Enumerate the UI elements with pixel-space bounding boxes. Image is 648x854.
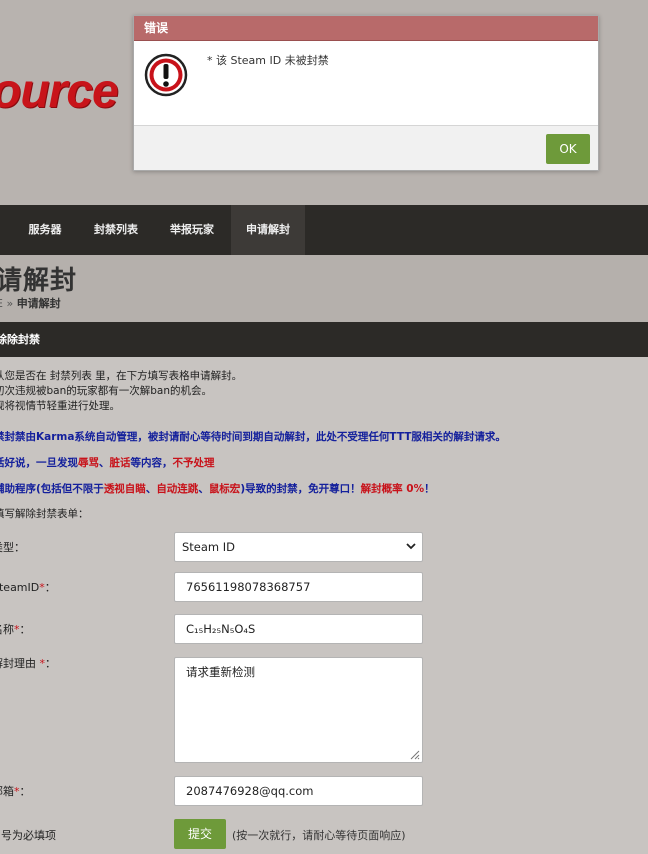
breadcrumb-current: 申请解封 bbox=[16, 297, 61, 310]
page-header: 请解封 E » 申请解封 bbox=[0, 255, 648, 322]
cheat-notice-end: 解封概率 0% bbox=[360, 483, 425, 495]
abuse-notice-prefix: 话好说，一旦发现 bbox=[0, 457, 78, 469]
required-note-text: 号为必填项 bbox=[1, 829, 56, 842]
reason-text: 请求重新检测 bbox=[186, 665, 255, 679]
ok-button[interactable]: OK bbox=[546, 134, 590, 164]
cheat-term-wallhack: 透视自瞄 bbox=[103, 483, 146, 495]
reason-label: 解封理由 *： bbox=[0, 655, 56, 671]
nav-item-servers[interactable]: 服务器 bbox=[14, 205, 76, 255]
page-title: 请解封 bbox=[0, 266, 78, 296]
steamid-label-text: SteamID bbox=[0, 581, 40, 594]
nav-item-banlist[interactable]: 封禁列表 bbox=[80, 205, 152, 255]
karma-notice: 禁封禁由Karma系统自动管理，被封请耐心等待时间到期自动解封，此处不受理任何T… bbox=[0, 431, 506, 443]
section-header: 除除封禁 bbox=[0, 322, 648, 357]
player-name-input[interactable]: C₁₅H₂₅N₅O₄S bbox=[174, 614, 423, 644]
steamid-input[interactable]: 76561198078368757 bbox=[174, 572, 423, 602]
cheat-notice-mid: )导致的封禁，免开尊口！ bbox=[240, 483, 361, 495]
ban-type-value: Steam ID bbox=[182, 540, 236, 554]
abuse-term-insult: 辱骂 bbox=[78, 457, 99, 469]
resize-grip-icon[interactable] bbox=[408, 748, 420, 760]
steamid-label: SteamID*： bbox=[0, 579, 56, 595]
cheat-term-macro: 鼠标宏 bbox=[208, 483, 241, 495]
abuse-notice: 话好说，一旦发现辱骂、脏话等内容，不予处理 bbox=[0, 455, 215, 470]
email-label: 邮箱*： bbox=[0, 783, 31, 799]
exclamation-icon bbox=[144, 53, 188, 97]
cheat-notice-bang: ！ bbox=[424, 483, 435, 495]
abuse-notice-end: 不予处理 bbox=[172, 457, 215, 469]
cheat-term-bhop: 自动连跳 bbox=[156, 483, 199, 495]
submit-button[interactable]: 提交 bbox=[174, 819, 226, 849]
abuse-term-profanity: 脏话 bbox=[109, 457, 131, 469]
dialog-title: 错误 bbox=[144, 21, 169, 35]
reason-label-text: 解封理由 bbox=[0, 657, 36, 670]
main-nav: 服务器 封禁列表 举报玩家 申请解封 bbox=[0, 205, 648, 255]
label-colon: ： bbox=[19, 623, 31, 636]
dialog-header[interactable]: 错误 bbox=[134, 16, 598, 41]
name-label-text: 名称 bbox=[0, 623, 14, 636]
ban-type-select[interactable]: Steam ID bbox=[174, 532, 423, 562]
dialog-message: * 该 Steam ID 未被封禁 bbox=[207, 54, 329, 67]
dialog-footer: OK bbox=[134, 125, 598, 170]
submit-hint: (按一次就行，请耐心等待页面响应) bbox=[232, 829, 406, 842]
cheat-sep-2: 、 bbox=[198, 483, 209, 495]
type-label: 类型： bbox=[0, 541, 25, 554]
email-label-text: 邮箱 bbox=[0, 785, 14, 798]
label-colon: ： bbox=[19, 785, 31, 798]
cheat-notice-prefix: 辅助程序(包括但不限于 bbox=[0, 483, 104, 495]
intro-line-2: 初次违规被ban的玩家都有一次解ban的机会。 bbox=[0, 385, 213, 397]
chevron-down-icon bbox=[406, 543, 416, 550]
cheat-notice: 辅助程序(包括但不限于透视自瞄、自动连跳、鼠标宏)导致的封禁，免开尊口！解封概率… bbox=[0, 481, 435, 496]
cheat-sep-1: 、 bbox=[145, 483, 157, 495]
main-content: 认您是否在 封禁列表 里，在下方填写表格申请解封。 初次违规被ban的玩家都有一… bbox=[0, 357, 648, 854]
form-intro: 填写解除封禁表单： bbox=[0, 508, 89, 520]
reason-textarea[interactable]: 请求重新检测 bbox=[174, 657, 423, 763]
nav-item-appeal[interactable]: 申请解封 bbox=[231, 205, 305, 255]
required-note: * 号为必填项 bbox=[0, 827, 56, 843]
section-title: 除除封禁 bbox=[0, 333, 40, 346]
email-input[interactable]: 2087476928@qq.com bbox=[174, 776, 423, 806]
label-colon: ： bbox=[44, 581, 56, 594]
site-logo[interactable]: ource bbox=[0, 64, 119, 119]
breadcrumb-home[interactable]: E bbox=[0, 297, 3, 310]
abuse-notice-sep: 、 bbox=[99, 457, 110, 469]
abuse-notice-mid: 等内容， bbox=[130, 457, 173, 469]
intro-line-1: 认您是否在 封禁列表 里，在下方填写表格申请解封。 bbox=[0, 370, 243, 382]
breadcrumb-separator: » bbox=[6, 297, 14, 310]
intro-line-3: 规将视情节轻重进行处理。 bbox=[0, 400, 120, 412]
nav-item-report[interactable]: 举报玩家 bbox=[156, 205, 228, 255]
label-colon: ： bbox=[45, 657, 56, 670]
breadcrumb: E » 申请解封 bbox=[0, 295, 61, 311]
error-dialog: 错误 * 该 Steam ID 未被封禁 OK bbox=[133, 15, 599, 171]
name-label: 名称*： bbox=[0, 621, 31, 637]
